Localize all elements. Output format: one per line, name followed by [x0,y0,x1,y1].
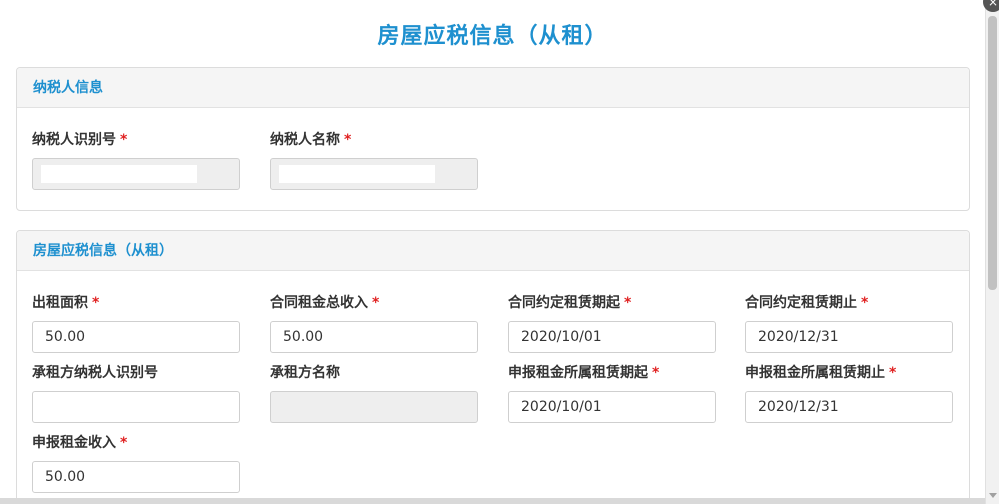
contract-lease-end-input[interactable]: 2020/12/31 [745,321,953,353]
field-label: 承租方名称 [270,365,340,381]
declared-lease-start-field: 申报租金所属租赁期起 * 2020/10/01 [508,363,716,423]
lessee-name-field: 承租方名称 [270,363,478,423]
contract-lease-start-field: 合同约定租赁期起 * 2020/10/01 [508,293,716,353]
field-label: 承租方纳税人识别号 [32,365,158,381]
vertical-scrollbar[interactable] [985,0,999,504]
modal-title: 房屋应税信息（从租） [377,24,608,49]
declared-rent-income-field: 申报租金收入 * 50.00 [32,433,240,493]
required-mark: * [624,295,632,311]
required-mark: * [652,365,660,381]
taxpayer-id-field: 纳税人识别号 * [32,130,240,190]
scrollbar-thumb[interactable] [988,16,997,290]
tax-info-modal: 房屋应税信息（从租） 纳税人信息 纳税人识别号 * 纳税人名称 * 房屋应税信息（从… [0,0,985,504]
rental-area-input[interactable]: 50.00 [32,321,240,353]
declared-lease-start-input[interactable]: 2020/10/01 [508,391,716,423]
field-label: 申报租金收入 * [32,435,128,451]
lessee-name-input[interactable] [270,391,478,423]
house-tax-panel: 房屋应税信息（从租） 出租面积 * 50.00 合同租金总收入 * 50.00 合同… [16,230,970,504]
field-label: 合同约定租赁期止 * [745,295,869,311]
contract-lease-start-input[interactable]: 2020/10/01 [508,321,716,353]
house-tax-heading: 房屋应税信息（从租） [17,231,969,271]
contract-total-rent-input[interactable]: 50.00 [270,321,478,353]
field-label: 合同约定租赁期起 * [508,295,632,311]
contract-total-rent-field: 合同租金总收入 * 50.00 [270,293,478,353]
taxpayer-name-field: 纳税人名称 * [270,130,478,190]
required-mark: * [120,132,128,148]
declared-lease-end-input[interactable]: 2020/12/31 [745,391,953,423]
field-label: 合同租金总收入 * [270,295,380,311]
bottom-edge-bar [0,498,985,504]
redacted-value-mask [41,165,197,183]
taxpayer-info-panel: 纳税人信息 纳税人识别号 * 纳税人名称 * [16,67,970,211]
taxpayer-id-input[interactable] [32,158,240,190]
field-label: 出租面积 * [32,295,100,311]
taxpayer-info-heading: 纳税人信息 [17,68,969,108]
field-label: 纳税人识别号 * [32,132,128,148]
required-mark: * [861,295,869,311]
field-label: 纳税人名称 * [270,132,352,148]
lessee-taxpayer-id-field: 承租方纳税人识别号 [32,363,240,423]
field-label: 申报租金所属租赁期起 * [508,365,660,381]
field-label: 申报租金所属租赁期止 * [745,365,897,381]
required-mark: * [889,365,897,381]
required-mark: * [92,295,100,311]
declared-lease-end-field: 申报租金所属租赁期止 * 2020/12/31 [745,363,953,423]
required-mark: * [372,295,380,311]
required-mark: * [120,435,128,451]
required-mark: * [344,132,352,148]
scroll-down-arrow-icon[interactable] [989,493,997,498]
declared-rent-income-input[interactable]: 50.00 [32,461,240,493]
contract-lease-end-field: 合同约定租赁期止 * 2020/12/31 [745,293,953,353]
redacted-value-mask [279,165,435,183]
rental-area-field: 出租面积 * 50.00 [32,293,240,353]
taxpayer-name-input[interactable] [270,158,478,190]
lessee-taxpayer-id-input[interactable] [32,391,240,423]
